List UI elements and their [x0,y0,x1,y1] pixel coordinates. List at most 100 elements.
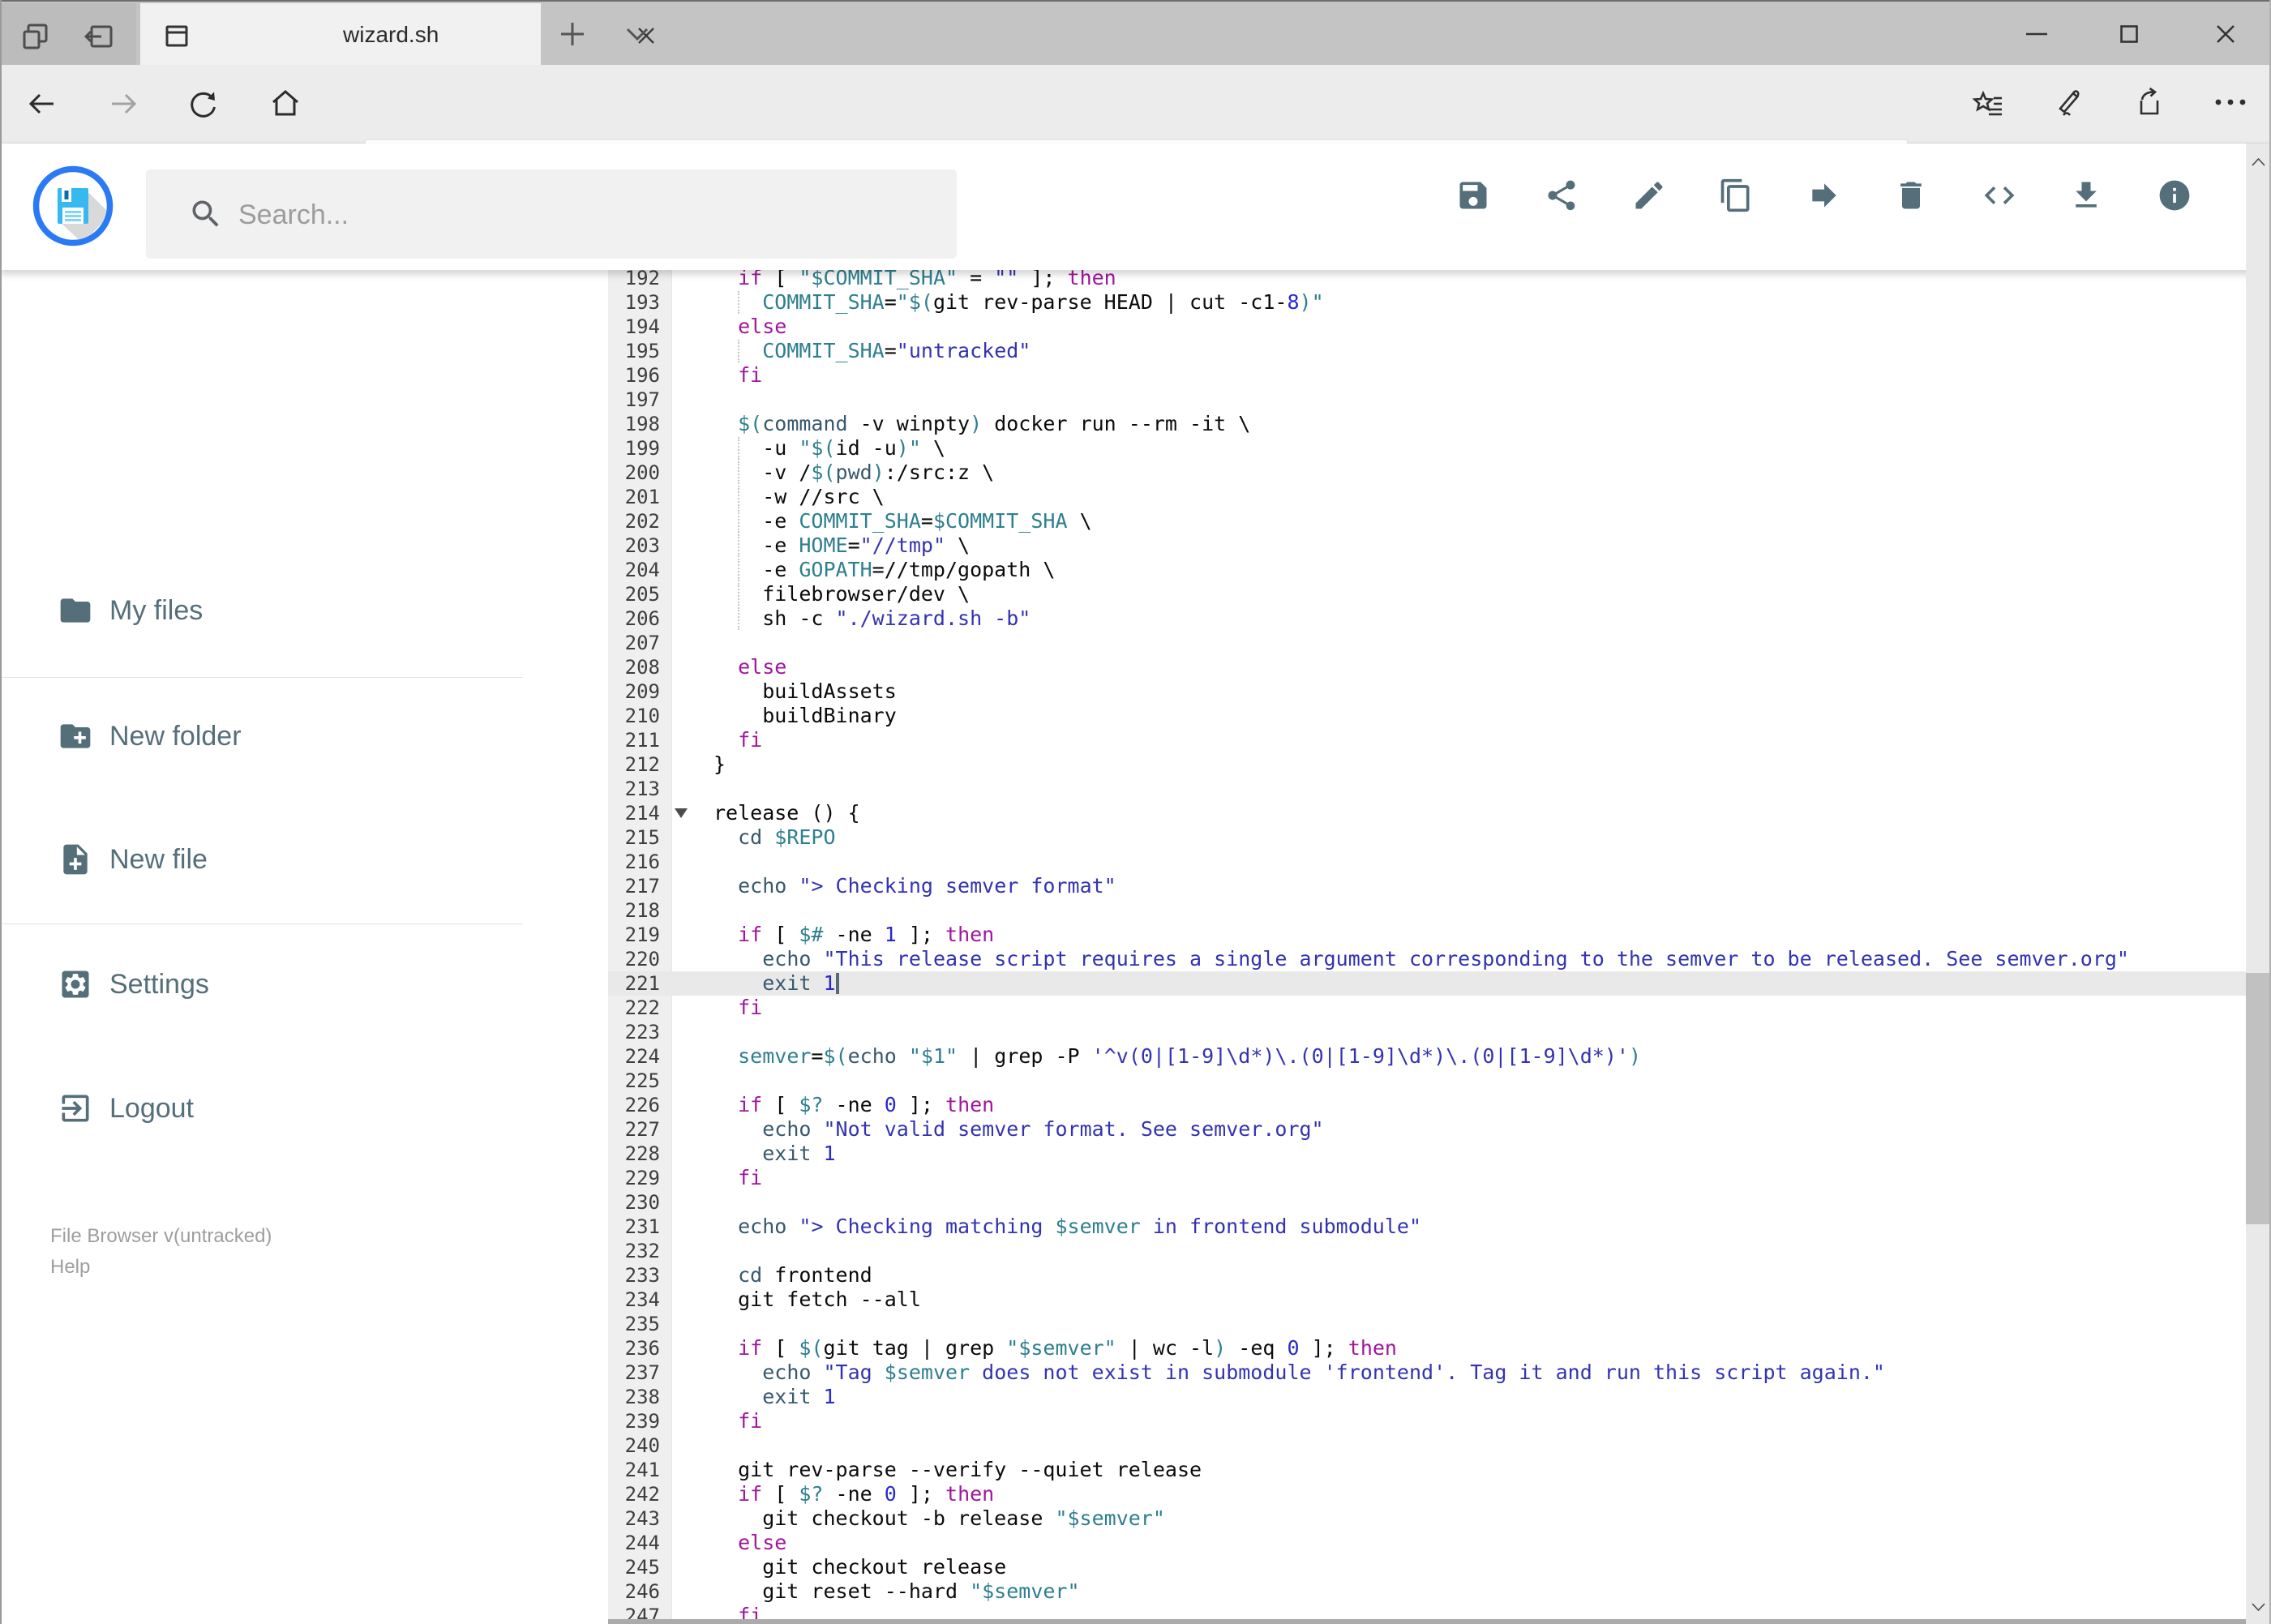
code-line[interactable]: $(command -v winpty) docker run --rm -it… [608,412,2246,436]
code-line[interactable]: git fetch --all [608,1288,2246,1312]
code-line[interactable]: git checkout release [608,1555,2246,1579]
code-line[interactable]: git reset --hard "$semver" [608,1579,2246,1604]
code-line[interactable]: git rev-parse --verify --quiet release [608,1458,2246,1482]
more-options-icon[interactable] [2213,97,2247,107]
code-line[interactable] [608,1239,2246,1263]
tab-title: wizard.sh [343,22,439,47]
code-line[interactable] [608,631,2246,655]
code-line[interactable]: if [ $? -ne 0 ]; then [608,1093,2246,1117]
forward-icon[interactable] [107,88,139,120]
code-line[interactable]: sh -c "./wizard.sh -b" [608,606,2246,631]
page-scrollbar[interactable] [2246,144,2271,1624]
back-icon[interactable] [26,88,58,120]
edit-icon[interactable] [1631,178,1667,213]
code-line[interactable]: filebrowser/dev \ [608,582,2246,606]
code-line[interactable]: -e HOME="//tmp" \ [608,533,2246,558]
maximize-icon[interactable] [2120,25,2138,43]
set-tabs-aside-icon[interactable] [84,21,114,52]
hub-favorites-icon[interactable] [1972,88,2004,120]
close-icon[interactable] [2217,25,2235,43]
code-line[interactable] [608,1020,2246,1044]
code-line[interactable]: } [608,752,2246,777]
code-line[interactable] [608,1190,2246,1215]
home-icon[interactable] [269,87,302,119]
new-folder-icon [58,718,93,754]
browser-tab[interactable]: wizard.sh [140,3,654,66]
refresh-icon[interactable] [187,88,220,120]
code-line[interactable]: -u "$(id -u)" \ [608,436,2246,461]
tabs-preview-icon[interactable] [21,21,52,52]
code-editor[interactable]: 192 193 194 195 196 197 198 199 200 201 202 203 204 2… [608,270,2246,1624]
minimize-icon[interactable] [2026,32,2047,36]
code-line[interactable]: COMMIT_SHA="untracked" [608,339,2246,363]
info-icon[interactable] [2157,178,2192,213]
code-line[interactable]: fi [608,996,2246,1020]
code-line[interactable]: echo "> Checking semver format" [608,874,2246,898]
code-line[interactable]: else [608,655,2246,679]
code-line[interactable] [608,850,2246,874]
code-line[interactable] [608,898,2246,923]
search-input[interactable] [237,169,937,260]
code-line[interactable]: cd frontend [608,1263,2246,1288]
code-line[interactable]: COMMIT_SHA="$(git rev-parse HEAD | cut -… [608,290,2246,315]
download-icon[interactable] [2068,178,2104,213]
code-line[interactable]: echo "Not valid semver format. See semve… [608,1117,2246,1142]
sidebar-item-new-file[interactable]: New file [58,840,208,879]
code-line[interactable]: fi [608,363,2246,388]
code-line[interactable]: echo "This release script requires a sin… [608,947,2246,971]
code-line[interactable]: -v /$(pwd):/src:z \ [608,461,2246,485]
help-link[interactable]: Help [50,1256,90,1279]
code-line[interactable]: release () { [608,801,2246,825]
code-icon[interactable] [1982,178,2017,213]
code-line[interactable]: buildBinary [608,704,2246,728]
sidebar: My files New folder New file Settings Lo… [0,270,608,1624]
code-line[interactable]: exit 1 [608,1142,2246,1166]
scrollbar-thumb[interactable] [2246,973,2271,1224]
code-line[interactable]: -w //src \ [608,485,2246,509]
code-line[interactable]: if [ $(git tag | grep "$semver" | wc -l)… [608,1336,2246,1360]
save-icon[interactable] [1455,178,1491,213]
tab-preview-chevron-icon[interactable] [626,28,649,41]
code-line[interactable] [608,1069,2246,1093]
code-line[interactable]: exit 1 [608,1385,2246,1409]
code-line[interactable]: echo "> Checking matching $semver in fro… [608,1215,2246,1239]
sidebar-item-logout[interactable]: Logout [58,1089,194,1128]
code-line[interactable] [608,1433,2246,1458]
share-page-icon[interactable] [2132,87,2165,119]
fold-arrow-icon[interactable] [675,808,688,818]
code-line[interactable] [608,777,2246,801]
code-line[interactable]: cd $REPO [608,825,2246,850]
scroll-up-icon[interactable] [2252,158,2265,166]
sidebar-item-label: Settings [109,968,209,1000]
code-line[interactable]: exit 1 [608,971,2246,996]
code-line[interactable]: if [ $? -ne 0 ]; then [608,1482,2246,1506]
sidebar-item-my-files[interactable]: My files [58,591,203,630]
code-line[interactable]: else [608,315,2246,339]
sidebar-item-new-folder[interactable]: New folder [58,717,242,756]
code-line[interactable] [608,1312,2246,1336]
sidebar-item-settings[interactable]: Settings [58,965,209,1004]
code-line[interactable]: -e COMMIT_SHA=$COMMIT_SHA \ [608,509,2246,533]
delete-icon[interactable] [1893,178,1929,213]
horizontal-scrollbar[interactable] [608,1619,2246,1624]
sidebar-item-label: New file [109,843,208,875]
code-line[interactable]: fi [608,1166,2246,1190]
code-line[interactable]: -e GOPATH=//tmp/gopath \ [608,558,2246,582]
code-line[interactable]: buildAssets [608,679,2246,704]
code-line[interactable]: echo "Tag $semver does not exist in subm… [608,1360,2246,1385]
code-line[interactable]: if [ $# -ne 1 ]; then [608,923,2246,947]
share-icon[interactable] [1544,178,1579,213]
code-line[interactable] [608,388,2246,412]
new-tab-icon[interactable] [559,21,585,47]
code-line[interactable]: if [ "$COMMIT_SHA" = "" ]; then [608,270,2246,290]
scroll-down-icon[interactable] [2252,1603,2265,1611]
filebrowser-logo[interactable] [32,165,114,246]
code-line[interactable]: else [608,1531,2246,1555]
code-line[interactable]: semver=$(echo "$1" | grep -P '^v(0|[1-9]… [608,1044,2246,1069]
code-line[interactable]: fi [608,728,2246,752]
web-note-pen-icon[interactable] [2050,87,2083,119]
copy-icon[interactable] [1718,178,1754,213]
code-line[interactable]: fi [608,1409,2246,1433]
move-icon[interactable] [1806,178,1842,213]
code-line[interactable]: git checkout -b release "$semver" [608,1506,2246,1531]
